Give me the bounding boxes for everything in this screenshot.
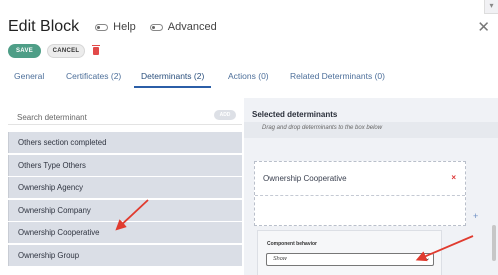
search-determinant-input[interactable] [8,109,188,126]
tab-related-determinants[interactable]: Related Determinants (0) [290,70,385,88]
cancel-button[interactable]: CANCEL [47,44,85,58]
scrollbar[interactable] [492,225,496,261]
save-button[interactable]: SAVE [8,44,41,58]
help-toggle-label: Help [113,21,136,33]
list-item[interactable]: Others section completed [8,132,242,153]
list-item[interactable]: Ownership Group [8,244,242,266]
tab-certificates[interactable]: Certificates (2) [66,70,121,88]
component-behavior-select[interactable]: Show ⌄ [266,253,434,266]
tab-actions[interactable]: Actions (0) [228,70,269,88]
advanced-toggle[interactable]: Advanced [149,21,217,33]
add-icon[interactable]: + [473,211,478,221]
selected-determinants-title: Selected determinants [252,110,338,119]
tab-bar: General Certificates (2) Determinants (2… [0,70,498,88]
list-item[interactable]: Ownership Agency [8,177,242,199]
list-item[interactable]: Ownership Company [8,199,242,221]
search-row: ADD [8,107,242,126]
selected-determinant-card[interactable]: Ownership Cooperative × [255,162,465,196]
trash-icon[interactable] [92,45,100,55]
toggle-switch-icon [95,23,109,31]
drag-hint-bar: Drag and drop determinants to the box be… [244,122,498,138]
add-button[interactable]: ADD [214,110,236,120]
selected-determinant-label: Ownership Cooperative [263,174,347,183]
determinant-list: Others section completed Others Type Oth… [8,132,242,268]
tab-determinants[interactable]: Determinants (2) [134,70,212,88]
list-item[interactable]: Others Type Others [8,154,242,176]
action-bar: SAVE CANCEL [8,44,100,58]
advanced-toggle-label: Advanced [167,21,217,33]
chevron-down-icon: ⌄ [424,256,430,262]
toggle-switch-icon [149,23,163,31]
drag-hint-text: Drag and drop determinants to the box be… [262,125,383,131]
tab-general[interactable]: General [14,70,44,88]
component-behavior-label: Component behavior [267,241,318,247]
selected-determinants-panel: Selected determinants Drag and drop dete… [244,98,498,275]
close-icon[interactable]: ✕ [477,20,490,35]
list-item[interactable]: Ownership Cooperative [8,222,242,244]
remove-icon[interactable]: × [451,173,456,182]
determinant-list-panel: ADD Others section completed Others Type… [8,107,242,275]
dialog-header: Edit Block Help Advanced [8,18,231,36]
dialog-title: Edit Block [8,18,80,35]
component-behavior-box: Component behavior Show ⌄ [257,230,442,275]
chevron-down-icon: ▾ [489,1,494,10]
component-behavior-value: Show [273,256,287,262]
corner-dropdown[interactable]: ▾ [484,0,498,14]
drop-zone[interactable]: Ownership Cooperative × [254,161,466,226]
help-toggle[interactable]: Help [95,21,136,33]
